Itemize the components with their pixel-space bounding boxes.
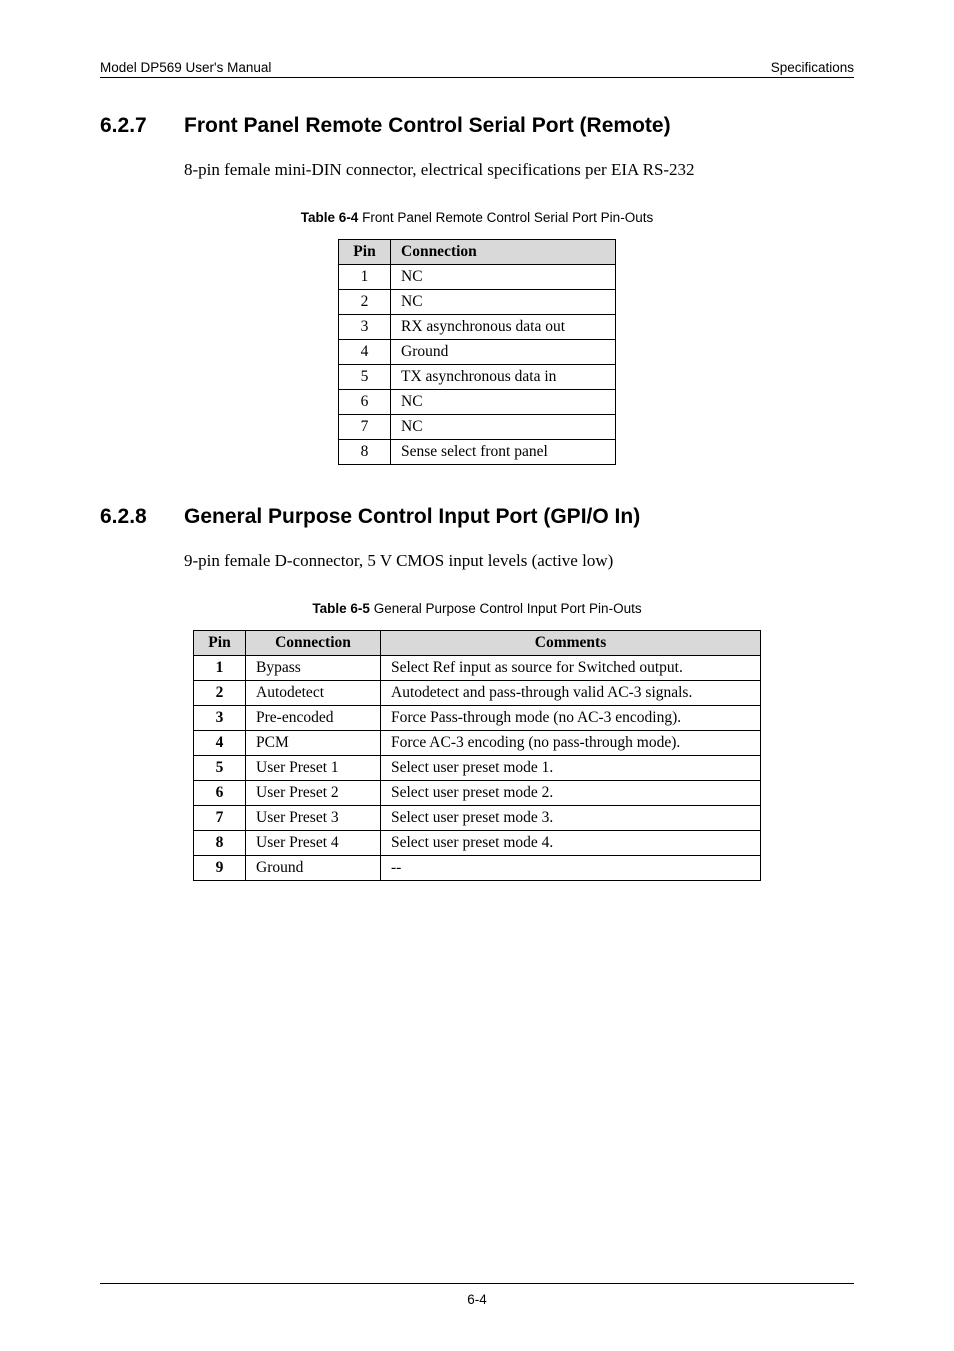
- header-left: Model DP569 User's Manual: [100, 60, 271, 75]
- cell-pin: 4: [339, 340, 391, 365]
- table-header-row: Pin Connection Comments: [194, 631, 761, 656]
- table-row: 3RX asynchronous data out: [339, 315, 616, 340]
- table-row: 5User Preset 1Select user preset mode 1.: [194, 756, 761, 781]
- section-title: General Purpose Control Input Port (GPI/…: [184, 505, 640, 529]
- table-row: 8Sense select front panel: [339, 440, 616, 465]
- cell-conn: TX asynchronous data in: [391, 365, 616, 390]
- table-65: Pin Connection Comments 1BypassSelect Re…: [193, 630, 761, 881]
- table-header-row: Pin Connection: [339, 240, 616, 265]
- cell-pin: 5: [194, 756, 246, 781]
- table-row: 3Pre-encodedForce Pass-through mode (no …: [194, 706, 761, 731]
- table-caption-bold: Table 6-5: [312, 601, 370, 616]
- section-heading-628: 6.2.8 General Purpose Control Input Port…: [100, 505, 854, 529]
- cell-pin: 2: [194, 681, 246, 706]
- table-row: 6User Preset 2Select user preset mode 2.: [194, 781, 761, 806]
- cell-pin: 1: [339, 265, 391, 290]
- cell-pin: 8: [339, 440, 391, 465]
- cell-conn: User Preset 4: [246, 831, 381, 856]
- th-pin: Pin: [194, 631, 246, 656]
- cell-pin: 6: [194, 781, 246, 806]
- header-rule: [100, 77, 854, 78]
- section-title: Front Panel Remote Control Serial Port (…: [184, 114, 671, 138]
- cell-conn: Sense select front panel: [391, 440, 616, 465]
- table-row: 2AutodetectAutodetect and pass-through v…: [194, 681, 761, 706]
- th-connection: Connection: [391, 240, 616, 265]
- cell-pin: 8: [194, 831, 246, 856]
- cell-comm: Force Pass-through mode (no AC-3 encodin…: [381, 706, 761, 731]
- cell-comm: Force AC-3 encoding (no pass-through mod…: [381, 731, 761, 756]
- table-row: 6NC: [339, 390, 616, 415]
- section-body-627: 8-pin female mini-DIN connector, electri…: [184, 160, 854, 180]
- cell-pin: 7: [339, 415, 391, 440]
- cell-pin: 6: [339, 390, 391, 415]
- cell-pin: 1: [194, 656, 246, 681]
- header-right: Specifications: [771, 60, 854, 75]
- table-caption-bold: Table 6-4: [301, 210, 359, 225]
- table-row: 1NC: [339, 265, 616, 290]
- page-number: 6-4: [100, 1292, 854, 1307]
- table-64: Pin Connection 1NC 2NC 3RX asynchronous …: [338, 239, 616, 465]
- table-caption-64: Table 6-4 Front Panel Remote Control Ser…: [100, 210, 854, 225]
- cell-conn: User Preset 2: [246, 781, 381, 806]
- cell-comm: --: [381, 856, 761, 881]
- cell-comm: Select user preset mode 1.: [381, 756, 761, 781]
- table-row: 4PCMForce AC-3 encoding (no pass-through…: [194, 731, 761, 756]
- cell-conn: NC: [391, 265, 616, 290]
- section-number: 6.2.7: [100, 114, 184, 138]
- cell-pin: 3: [194, 706, 246, 731]
- page-header: Model DP569 User's Manual Specifications: [100, 60, 854, 75]
- cell-comm: Select Ref input as source for Switched …: [381, 656, 761, 681]
- table-row: 7User Preset 3Select user preset mode 3.: [194, 806, 761, 831]
- footer-rule: [100, 1283, 854, 1284]
- cell-pin: 3: [339, 315, 391, 340]
- table-row: 7NC: [339, 415, 616, 440]
- section-body-628: 9-pin female D-connector, 5 V CMOS input…: [184, 551, 854, 571]
- cell-pin: 5: [339, 365, 391, 390]
- cell-conn: PCM: [246, 731, 381, 756]
- cell-pin: 4: [194, 731, 246, 756]
- table-row: 5TX asynchronous data in: [339, 365, 616, 390]
- cell-pin: 2: [339, 290, 391, 315]
- cell-comm: Select user preset mode 3.: [381, 806, 761, 831]
- table-row: 8User Preset 4Select user preset mode 4.: [194, 831, 761, 856]
- table-caption-rest: Front Panel Remote Control Serial Port P…: [358, 210, 653, 225]
- cell-pin: 9: [194, 856, 246, 881]
- cell-conn: Ground: [391, 340, 616, 365]
- cell-conn: NC: [391, 290, 616, 315]
- table-caption-65: Table 6-5 General Purpose Control Input …: [100, 601, 854, 616]
- cell-conn: Ground: [246, 856, 381, 881]
- cell-conn: User Preset 1: [246, 756, 381, 781]
- table-row: 1BypassSelect Ref input as source for Sw…: [194, 656, 761, 681]
- th-pin: Pin: [339, 240, 391, 265]
- cell-conn: NC: [391, 415, 616, 440]
- table-row: 4Ground: [339, 340, 616, 365]
- cell-comm: Autodetect and pass-through valid AC-3 s…: [381, 681, 761, 706]
- cell-comm: Select user preset mode 4.: [381, 831, 761, 856]
- table-caption-rest: General Purpose Control Input Port Pin-O…: [370, 601, 642, 616]
- table-row: 2NC: [339, 290, 616, 315]
- cell-conn: Pre-encoded: [246, 706, 381, 731]
- table-row: 9Ground--: [194, 856, 761, 881]
- th-comments: Comments: [381, 631, 761, 656]
- section-number: 6.2.8: [100, 505, 184, 529]
- cell-pin: 7: [194, 806, 246, 831]
- cell-conn: RX asynchronous data out: [391, 315, 616, 340]
- th-connection: Connection: [246, 631, 381, 656]
- cell-conn: Autodetect: [246, 681, 381, 706]
- cell-conn: NC: [391, 390, 616, 415]
- cell-comm: Select user preset mode 2.: [381, 781, 761, 806]
- page-footer: 6-4: [100, 1283, 854, 1307]
- section-heading-627: 6.2.7 Front Panel Remote Control Serial …: [100, 114, 854, 138]
- cell-conn: Bypass: [246, 656, 381, 681]
- cell-conn: User Preset 3: [246, 806, 381, 831]
